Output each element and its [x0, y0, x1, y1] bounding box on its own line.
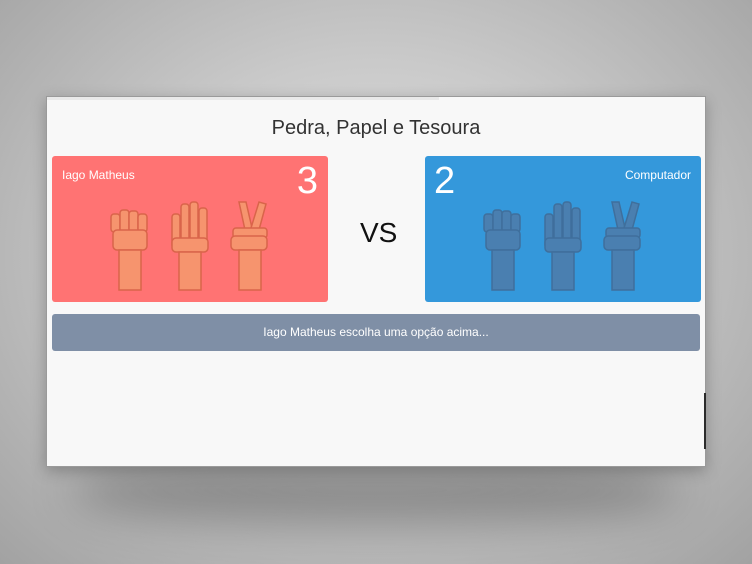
rock-hand-icon — [483, 209, 521, 291]
player-options — [52, 200, 328, 294]
window-edge-bar — [704, 393, 706, 449]
computer-options — [425, 200, 701, 294]
versus-label: VS — [360, 217, 398, 248]
computer-card: Computador 2 — [425, 156, 701, 302]
computer-score: 2 — [434, 160, 456, 202]
scissors-hand-icon — [603, 201, 641, 291]
player-name: Iago Matheus — [62, 168, 135, 182]
player-card: Iago Matheus 3 — [52, 156, 328, 302]
paper-hand-icon — [544, 201, 582, 291]
status-message: Iago Matheus escolha uma opção acima... — [52, 314, 700, 351]
top-strip — [47, 97, 439, 100]
page-title: Pedra, Papel e Tesoura — [271, 117, 481, 139]
player-score: 3 — [296, 160, 318, 202]
scissors-hand-icon[interactable] — [229, 200, 271, 292]
computer-name: Computador — [624, 168, 691, 182]
rock-hand-icon[interactable] — [109, 200, 151, 292]
paper-hand-icon[interactable] — [169, 200, 211, 292]
game-window: Pedra, Papel e Tesoura Iago Matheus 3 VS… — [46, 96, 706, 467]
